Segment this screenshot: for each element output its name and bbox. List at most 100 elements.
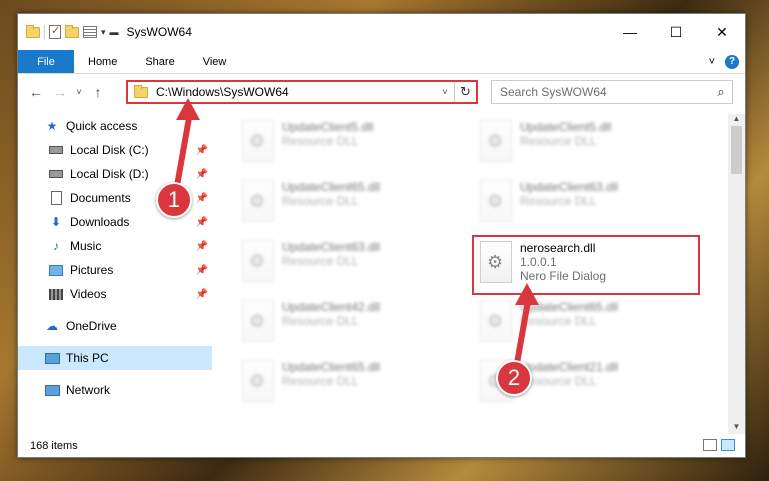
- file-name: UpdateClient65.dll: [282, 360, 381, 374]
- pin-icon[interactable]: 📌: [196, 289, 208, 300]
- file-item-nerosearch[interactable]: nerosearch.dll 1.0.0.1 Nero File Dialog: [472, 235, 700, 295]
- scroll-up-icon[interactable]: ▲: [728, 114, 745, 126]
- annotation-arrowhead-1: [176, 98, 200, 120]
- explorer-window: ▾ ▬ SysWOW64 — ☐ ✕ File Home Share View …: [17, 13, 746, 458]
- file-type: Resource DLL: [520, 194, 597, 208]
- expand-ribbon-icon[interactable]: ˅: [709, 56, 715, 68]
- search-box[interactable]: Search SysWOW64 ⌕: [491, 80, 733, 104]
- file-type: Resource DLL: [282, 314, 359, 328]
- navigation-bar: ← → ˅ ↑ C:\Windows\SysWOW64 ˅ ↻ Search S…: [18, 75, 745, 109]
- large-icons-view-icon[interactable]: [721, 439, 735, 451]
- file-type: Resource DLL: [282, 374, 359, 388]
- file-version: 1.0.0.1: [520, 255, 557, 269]
- file-item[interactable]: UpdateClient65.dllResource DLL: [236, 176, 466, 232]
- scrollbar-thumb[interactable]: [731, 126, 742, 174]
- sidebar-item-label: Local Disk (D:): [70, 167, 149, 181]
- file-list: UpdateClient5.dllResource DLL UpdateClie…: [214, 114, 729, 434]
- status-bar: 168 items: [18, 434, 745, 458]
- sidebar-item-videos[interactable]: Videos 📌: [18, 282, 212, 306]
- pin-icon[interactable]: 📌: [196, 145, 208, 156]
- vertical-scrollbar[interactable]: ▲ ▼: [728, 114, 745, 434]
- back-arrow-icon[interactable]: ←: [24, 84, 48, 100]
- downloads-icon: ⬇: [50, 215, 62, 229]
- file-name: UpdateClient63.dll: [282, 240, 381, 254]
- minimize-button[interactable]: —: [607, 14, 653, 50]
- annotation-arrowhead-2: [515, 283, 539, 305]
- file-item[interactable]: UpdateClient63.dllResource DLL: [236, 236, 466, 292]
- recent-locations-icon[interactable]: ˅: [72, 87, 86, 97]
- details-view-icon[interactable]: [703, 439, 717, 451]
- sidebar-item-music[interactable]: ♪ Music 📌: [18, 234, 212, 258]
- refresh-icon[interactable]: ↻: [454, 82, 476, 102]
- close-button[interactable]: ✕: [699, 14, 745, 50]
- sidebar-item-label: Quick access: [66, 119, 138, 133]
- dll-file-icon: [242, 360, 274, 402]
- scroll-down-icon[interactable]: ▼: [728, 422, 745, 434]
- quick-access-toolbar: ▾ ▬: [18, 24, 119, 39]
- address-dropdown-icon[interactable]: ˅: [436, 87, 454, 97]
- pin-icon[interactable]: 📌: [196, 265, 208, 276]
- sidebar-item-this-pc[interactable]: This PC: [18, 346, 212, 370]
- file-item[interactable]: UpdateClient65.dllResource DLL: [474, 296, 704, 352]
- star-icon: ★: [46, 119, 58, 133]
- file-item[interactable]: UpdateClient5.dllResource DLL: [474, 116, 704, 172]
- tab-home[interactable]: Home: [74, 50, 131, 73]
- network-icon: [44, 384, 60, 396]
- window-title: SysWOW64: [126, 25, 192, 39]
- forward-arrow-icon[interactable]: →: [48, 84, 72, 100]
- file-item[interactable]: UpdateClient5.dllResource DLL: [236, 116, 466, 172]
- sidebar-item-label: OneDrive: [66, 319, 117, 333]
- title-bar: ▾ ▬ SysWOW64 — ☐ ✕: [18, 14, 745, 50]
- pin-icon[interactable]: 📌: [196, 217, 208, 228]
- sidebar-item-label: Documents: [70, 191, 131, 205]
- ribbon: File Home Share View ˅ ?: [18, 50, 745, 74]
- customize-toolbar-icon[interactable]: ▬: [110, 27, 119, 37]
- dll-file-icon: [480, 120, 512, 162]
- file-name: UpdateClient5.dll: [282, 120, 374, 134]
- view-toggle: [703, 439, 735, 451]
- annotation-badge-2: 2: [496, 360, 532, 396]
- videos-icon: [49, 288, 63, 300]
- chevron-down-icon[interactable]: ▾: [101, 27, 106, 38]
- sidebar-item-label: Videos: [70, 287, 107, 301]
- help-icon[interactable]: ?: [725, 54, 739, 69]
- pictures-icon: [49, 264, 63, 276]
- sidebar-item-onedrive[interactable]: ☁ OneDrive: [18, 314, 212, 338]
- properties-icon[interactable]: [83, 26, 97, 38]
- dll-file-icon: [480, 180, 512, 222]
- documents-icon: [50, 191, 62, 205]
- pin-icon[interactable]: 📌: [196, 241, 208, 252]
- properties-check-icon[interactable]: [49, 24, 61, 39]
- sidebar-item-label: Local Disk (C:): [70, 143, 149, 157]
- sidebar-item-pictures[interactable]: Pictures 📌: [18, 258, 212, 282]
- drive-icon: [49, 170, 63, 178]
- search-input[interactable]: Search SysWOW64: [500, 85, 710, 99]
- sidebar-item-network[interactable]: Network: [18, 378, 212, 402]
- address-path[interactable]: C:\Windows\SysWOW64: [156, 85, 436, 99]
- search-icon[interactable]: ⌕: [710, 84, 732, 100]
- toolbar-divider: [44, 25, 45, 39]
- file-type: Resource DLL: [520, 134, 597, 148]
- tab-view[interactable]: View: [189, 50, 241, 73]
- file-item[interactable]: UpdateClient63.dllResource DLL: [474, 176, 704, 232]
- folder-icon: [134, 84, 148, 98]
- pin-icon[interactable]: 📌: [196, 169, 208, 180]
- file-name: nerosearch.dll: [520, 241, 596, 255]
- dll-file-icon: [242, 180, 274, 222]
- pin-icon[interactable]: 📌: [196, 193, 208, 204]
- ribbon-help: ˅ ?: [709, 50, 745, 73]
- dll-file-icon: [242, 120, 274, 162]
- new-folder-icon[interactable]: [65, 24, 79, 38]
- file-type: Nero File Dialog: [520, 269, 607, 283]
- file-type: Resource DLL: [520, 314, 597, 328]
- tab-share[interactable]: Share: [131, 50, 188, 73]
- up-arrow-icon[interactable]: ↑: [86, 84, 110, 100]
- this-pc-icon: [44, 352, 60, 364]
- maximize-button[interactable]: ☐: [653, 14, 699, 50]
- tab-file[interactable]: File: [18, 50, 74, 73]
- dll-file-icon: [480, 241, 512, 283]
- sidebar-item-label: This PC: [66, 351, 109, 365]
- file-item[interactable]: UpdateClient42.dllResource DLL: [236, 296, 466, 352]
- file-name: UpdateClient21.dll: [520, 360, 619, 374]
- file-item[interactable]: UpdateClient65.dllResource DLL: [236, 356, 466, 412]
